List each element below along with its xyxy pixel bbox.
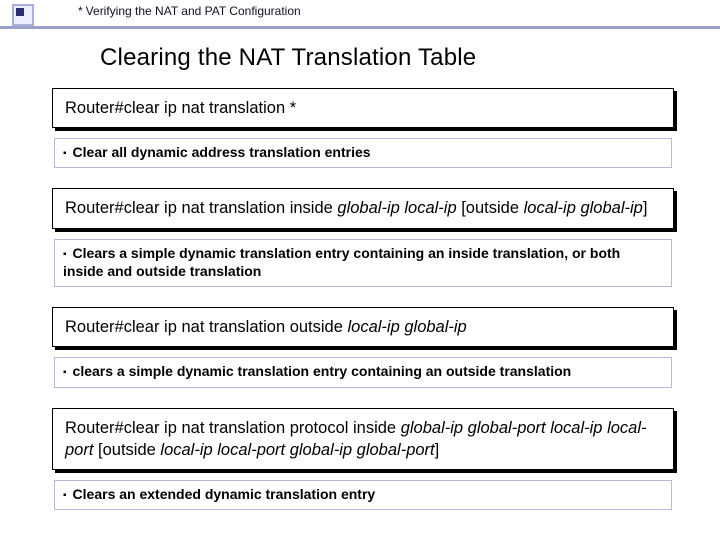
logo-square-icon (12, 4, 34, 26)
command-text: Router#clear ip nat translation * (65, 99, 296, 117)
description-text: Clears a simple dynamic translation entr… (63, 245, 620, 279)
command-box: Router#clear ip nat translation protocol… (52, 408, 674, 471)
cmd-arg: global-ip local-ip (337, 199, 456, 217)
cmd-arg: local-ip global-ip (524, 199, 643, 217)
command-text: Router#clear ip nat translation protocol… (65, 419, 647, 459)
description-box: clears a simple dynamic translation entr… (54, 357, 672, 387)
cmd-mid: [outside (457, 199, 524, 217)
breadcrumb: Verifying the NAT and PAT Configuration (78, 4, 301, 18)
header-bar: Verifying the NAT and PAT Configuration (0, 0, 720, 29)
description-text: clears a simple dynamic translation entr… (63, 363, 571, 379)
command-text: Router#clear ip nat translation inside g… (65, 199, 647, 217)
cmd-suffix: ] (435, 441, 440, 459)
command-box: Router#clear ip nat translation outside … (52, 307, 674, 347)
description-box: Clears an extended dynamic translation e… (54, 480, 672, 510)
command-box: Router#clear ip nat translation inside g… (52, 188, 674, 228)
cmd-suffix: ] (643, 199, 648, 217)
command-box: Router#clear ip nat translation * (52, 88, 674, 128)
slide: Verifying the NAT and PAT Configuration … (0, 0, 720, 540)
description-box: Clear all dynamic address translation en… (54, 138, 672, 168)
cmd-prefix: Router#clear ip nat translation outside (65, 318, 348, 336)
page-title: Clearing the NAT Translation Table (100, 44, 476, 72)
cmd-mid: [outside (93, 441, 160, 459)
description-text: Clears an extended dynamic translation e… (63, 486, 375, 502)
description-text: Clear all dynamic address translation en… (63, 144, 371, 160)
cmd-prefix: Router#clear ip nat translation inside (65, 199, 337, 217)
cmd-arg: local-ip local-port global-ip global-por… (160, 441, 434, 459)
command-text: Router#clear ip nat translation outside … (65, 318, 467, 336)
slide-body: Router#clear ip nat translation * Clear … (52, 88, 674, 528)
cmd-prefix: Router#clear ip nat translation protocol… (65, 419, 401, 437)
description-box: Clears a simple dynamic translation entr… (54, 239, 672, 287)
cmd-arg: local-ip global-ip (348, 318, 467, 336)
